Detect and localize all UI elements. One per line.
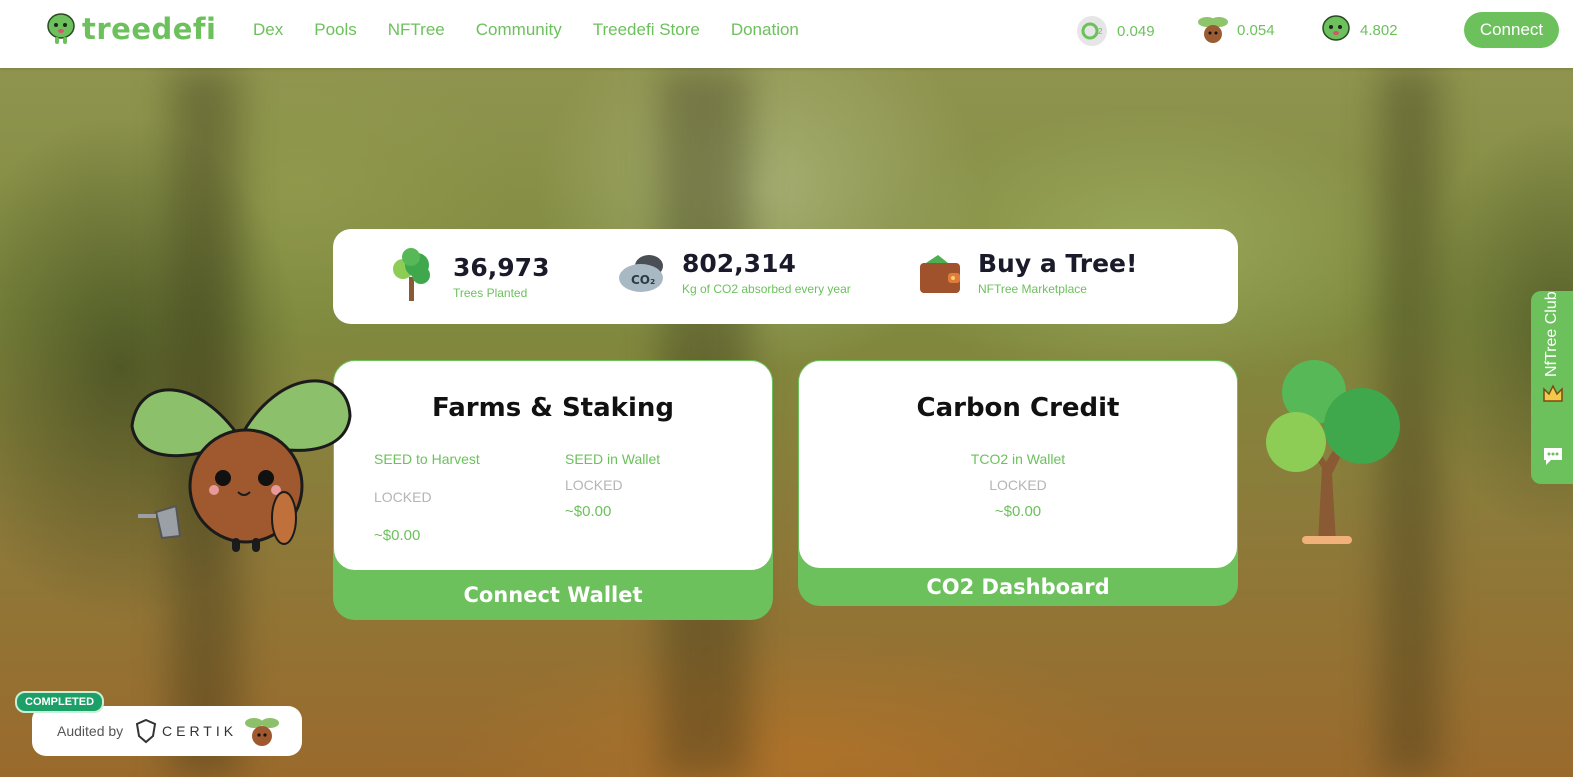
treedefi-logo[interactable]: treedefi <box>46 12 217 46</box>
seed-wallet-label: SEED in Wallet <box>565 451 661 467</box>
co2-price[interactable]: 2 0.049 <box>1075 14 1155 48</box>
seed-mascot-icon <box>245 718 279 746</box>
tco2-wallet-label: TCO2 in Wallet <box>970 451 1066 467</box>
svg-text:2: 2 <box>1098 27 1103 36</box>
connect-button[interactable]: Connect <box>1464 12 1559 48</box>
nav-community[interactable]: Community <box>476 20 562 40</box>
farms-staking-panel: Farms & Staking SEED to Harvest LOCKED ~… <box>333 360 773 620</box>
co2-absorbed-label: Kg of CO2 absorbed every year <box>682 282 851 296</box>
completed-badge: COMPLETED <box>15 691 105 713</box>
carbon-credit-panel: Carbon Credit TCO2 in Wallet LOCKED ~$0.… <box>798 360 1238 606</box>
co2-price-value: 0.049 <box>1117 22 1155 40</box>
certik-audit-badge[interactable]: Audited by CERTIK <box>32 706 302 756</box>
tree-icon <box>393 248 430 301</box>
seed-price-value: 0.054 <box>1237 21 1275 39</box>
seed-token-icon <box>1198 17 1228 43</box>
treedefi-mascot-icon <box>47 13 75 44</box>
top-navbar: treedefi Dex Pools NFTree Community Tree… <box>0 0 1573 68</box>
certik-brand-text: CERTIK <box>162 723 238 739</box>
carbon-title: Carbon Credit <box>916 393 1120 423</box>
trees-planted-label: Trees Planted <box>453 285 528 300</box>
seed-wallet-status: LOCKED <box>565 477 623 493</box>
co2-absorbed-stat: CO₂ 802,314 Kg of CO2 absorbed every yea… <box>617 251 851 296</box>
tree-illustration <box>1266 360 1400 544</box>
tree-token-icon <box>1322 15 1350 41</box>
tco2-wallet-status: LOCKED <box>989 477 1047 493</box>
buy-tree-stat[interactable]: Buy a Tree! NFTree Marketplace <box>918 251 1137 296</box>
certik-shield-icon <box>135 718 157 744</box>
nav-nftree[interactable]: NFTree <box>388 20 445 40</box>
tco2-wallet-value: ~$0.00 <box>994 503 1042 520</box>
trees-planted-stat: 36,973 Trees Planted <box>389 248 550 303</box>
nftree-club-label: NfTree Club <box>1543 291 1560 377</box>
nav-pools[interactable]: Pools <box>314 20 357 40</box>
farms-staking-card: Farms & Staking SEED to Harvest LOCKED ~… <box>333 360 773 571</box>
seed-harvest-label: SEED to Harvest <box>374 451 480 467</box>
logo-text: treedefi <box>82 12 217 46</box>
co2-dashboard-button[interactable]: CO2 Dashboard <box>798 574 1238 600</box>
buy-tree-title: Buy a Tree! <box>978 249 1138 278</box>
tree-price[interactable]: 4.802 <box>1320 14 1398 46</box>
audited-by-label: Audited by <box>57 723 124 739</box>
seed-harvest-status: LOCKED <box>374 489 432 505</box>
farms-title: Farms & Staking <box>432 393 674 423</box>
co2-cloud-icon: CO₂ <box>619 254 663 292</box>
co2-absorbed-value: 802,314 <box>682 249 796 278</box>
tree-price-value: 4.802 <box>1360 21 1398 39</box>
nftree-club-tab[interactable]: NfTree Club <box>1531 291 1573 484</box>
trees-planted-value: 36,973 <box>453 252 550 282</box>
carbon-credit-card: Carbon Credit TCO2 in Wallet LOCKED ~$0.… <box>798 360 1238 569</box>
connect-wallet-button[interactable]: Connect Wallet <box>333 582 773 608</box>
crown-icon <box>1543 384 1563 402</box>
seed-harvest-value: ~$0.00 <box>374 527 421 544</box>
svg-text:CO₂: CO₂ <box>631 273 655 287</box>
seed-wallet-value: ~$0.00 <box>565 503 612 520</box>
main-nav: Dex Pools NFTree Community Treedefi Stor… <box>253 20 830 40</box>
chat-icon <box>1544 448 1562 465</box>
stats-bar: 36,973 Trees Planted CO₂ 802,314 Kg of C… <box>333 229 1238 324</box>
co2-token-icon: 2 <box>1077 16 1107 46</box>
nav-donation[interactable]: Donation <box>731 20 799 40</box>
seed-price[interactable]: 0.054 <box>1197 14 1275 46</box>
nav-treedefi-store[interactable]: Treedefi Store <box>593 20 700 40</box>
buy-tree-label: NFTree Marketplace <box>978 282 1087 296</box>
wallet-icon <box>920 254 960 293</box>
nav-dex[interactable]: Dex <box>253 20 283 40</box>
seed-mascot-illustration <box>130 379 352 552</box>
